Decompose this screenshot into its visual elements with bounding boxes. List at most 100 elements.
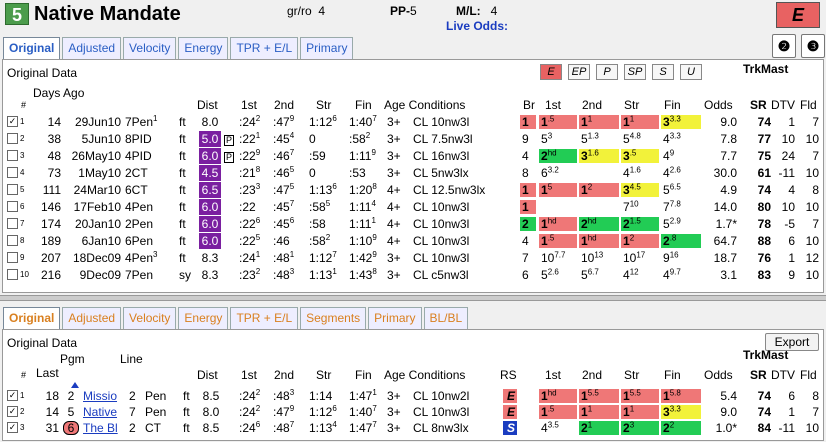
call-2nd: :465 — [273, 165, 309, 181]
row-checkbox[interactable] — [7, 235, 18, 246]
race-track: 4PID — [125, 148, 175, 164]
col-sr-b: SR — [750, 368, 767, 382]
beaten-2nd: 21 — [579, 421, 619, 435]
race-row[interactable]: 6 146 17Feb10 4Pen ft 6.0:22:457:585 1:114 4+ CL… — [3, 199, 823, 215]
race-row[interactable]: ✓ 1 14 29Jun10 7Pen1 ft 8.0:242:479 1:126 1:407 3… — [3, 114, 823, 130]
race-row[interactable]: 4 73 1May10 2CT ft 4.5:218:465 0:53 3+ CL 5nw3lx… — [3, 165, 823, 181]
race-track: 4Pen — [125, 199, 175, 215]
call-1st-value: :24 — [239, 389, 256, 403]
call-1st: :241 — [239, 250, 269, 266]
col-fld: Fld — [800, 98, 817, 112]
odds: 14.0 — [713, 200, 737, 214]
race-row[interactable]: 9 207 18Dec09 4Pen3 ft 8.3:241:481 1:127 1:429 3… — [3, 250, 823, 266]
horse-link-text[interactable]: Missio — [83, 389, 117, 403]
col-bfin: Fin — [664, 98, 681, 112]
conditions: CL 10nw3l — [413, 234, 470, 248]
race-row[interactable]: 7 174 20Jan10 2Pen ft 6.0:226:456:58 1:111 4+ CL… — [3, 216, 823, 232]
row-checkbox[interactable] — [7, 167, 18, 178]
conditions: CL 10nw3l — [413, 405, 470, 419]
call-1st-value: :24 — [239, 251, 256, 265]
race-track-value: 7Pen — [125, 268, 154, 282]
entry-row[interactable]: ✓ 3 31 6 The Bl 2 CT ft 8.5:246:487 1:134 1:477 3+ C… — [3, 420, 823, 436]
horse-link-text[interactable]: Native — [83, 405, 117, 419]
row-checkbox[interactable] — [7, 252, 18, 263]
tab-tpr-e-l[interactable]: TPR + E/L — [230, 37, 299, 59]
call-1st-value: :22 — [239, 149, 256, 163]
row-checkbox[interactable] — [7, 133, 18, 144]
row-checkbox[interactable]: ✓ — [7, 406, 18, 417]
race-row[interactable]: 10 216 9Dec09 7Pen sy 8.3:232:483 1:131 1:438 3+… — [3, 267, 823, 283]
race-track: 7Pen — [125, 267, 175, 283]
speed-rating: 61 — [757, 166, 771, 180]
call-2nd: :46 — [273, 233, 309, 249]
call-2nd-sup: 7 — [289, 420, 295, 429]
tab-original[interactable]: Original — [3, 307, 61, 329]
race-track-value: 4Pen — [125, 251, 154, 265]
col-trkmast-b: TrkMast — [743, 348, 789, 362]
beaten-fin: 49 — [661, 149, 701, 163]
tab-adjusted[interactable]: Adjusted — [62, 37, 122, 59]
beaten-1st-value: 1 — [541, 405, 548, 419]
odds: 3.1 — [720, 268, 737, 282]
beaten-1st: 1.5 — [539, 234, 577, 248]
row-checkbox[interactable] — [7, 150, 18, 161]
tab-velocity[interactable]: Velocity — [123, 37, 177, 59]
p-flag: P — [224, 148, 235, 164]
distance: 4.5 — [199, 165, 221, 181]
race-row[interactable]: 2 38 5Jun10 8PID ft 5.0 P:221:454 0:582 3+ CL 7.5… — [3, 131, 823, 147]
row-checkbox[interactable] — [7, 201, 18, 212]
style-button-s[interactable]: S — [652, 64, 674, 80]
tab-bl-bl[interactable]: BL/BL — [423, 307, 469, 329]
row-checkbox[interactable] — [7, 218, 18, 229]
call-str-value: :58 — [309, 234, 326, 248]
race-track-value: 2CT — [125, 166, 148, 180]
entry-row[interactable]: ✓ 1 18 2 Missio 2 Pen ft 8.5:242:483 1:14 1:471 3+ C… — [3, 388, 823, 404]
tab-segments[interactable]: Segments — [300, 307, 367, 329]
tab-primary[interactable]: Primary — [368, 307, 422, 329]
tab-adjusted[interactable]: Adjusted — [62, 307, 122, 329]
days-ago: 38 — [47, 132, 61, 146]
row-checkbox[interactable] — [7, 269, 18, 280]
surface: ft — [179, 149, 186, 163]
call-str: :582 — [309, 233, 347, 249]
horse-link-text[interactable]: The Bl — [83, 421, 118, 435]
tab-primary[interactable]: Primary — [300, 37, 354, 59]
row-checkbox[interactable] — [7, 184, 18, 195]
tab-original[interactable]: Original — [3, 37, 61, 59]
style-button-sp[interactable]: SP — [624, 64, 646, 80]
tab-tpr-e-l[interactable]: TPR + E/L — [230, 307, 299, 329]
style-button-ep[interactable]: EP — [568, 64, 590, 80]
speed-rating: 84 — [757, 421, 771, 435]
col-age-conditions-b: Age Conditions — [384, 368, 466, 382]
call-fin: 1:111 — [349, 216, 385, 232]
call-1st-sup: 1 — [255, 250, 261, 259]
program-number: 2 — [67, 389, 75, 403]
e-button[interactable]: E — [776, 2, 820, 28]
tab-velocity[interactable]: Velocity — [123, 307, 177, 329]
style-button-e[interactable]: E — [540, 64, 562, 80]
last-days: 14 — [45, 405, 59, 419]
race-row[interactable]: 8 189 6Jan10 6Pen ft 6.0:225:46:582 1:109 4+ CL … — [3, 233, 823, 249]
beaten-fin: 2.8 — [661, 234, 701, 248]
view-3-button[interactable]: ❸ — [801, 34, 825, 58]
call-1st: :242 — [239, 388, 269, 404]
tab-energy[interactable]: Energy — [178, 307, 229, 329]
style-button-u[interactable]: U — [680, 64, 702, 80]
row-checkbox[interactable]: ✓ — [7, 116, 18, 127]
tab-energy[interactable]: Energy — [178, 37, 229, 59]
beaten-1st-sup: 2.6 — [547, 267, 559, 277]
splitter[interactable] — [0, 295, 826, 301]
call-2nd-sup: 9 — [289, 114, 295, 123]
p-flag-box: P — [224, 152, 235, 163]
row-checkbox[interactable]: ✓ — [7, 390, 18, 401]
call-fin-sup: 1 — [372, 388, 377, 397]
style-button-p[interactable]: P — [596, 64, 618, 80]
race-row[interactable]: 3 48 26May10 4PID ft 6.0 P:229:467:59 1:119 3+ CL… — [3, 148, 823, 164]
race-row[interactable]: 5 111 24Mar10 6CT ft 6.5:233:475 1:136 1:208 4+ C… — [3, 182, 823, 198]
view-2-button[interactable]: ❷ — [772, 34, 796, 58]
call-1st-value: :24 — [239, 421, 256, 435]
beaten-fin-value: 2 — [663, 234, 670, 248]
dtv: 1 — [788, 405, 795, 419]
row-checkbox[interactable]: ✓ — [7, 422, 18, 433]
entry-row[interactable]: ✓ 2 14 5 Native 7 Pen ft 8.0:242:479 1:126 1:407 3+… — [3, 404, 823, 420]
